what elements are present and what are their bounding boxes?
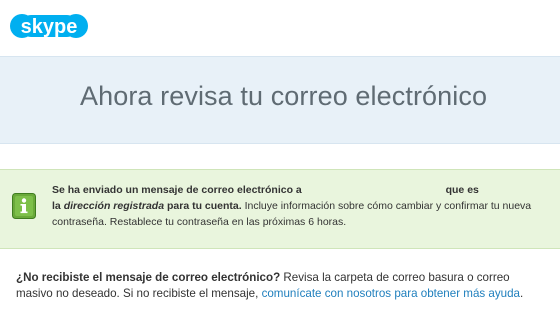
info-icon (12, 193, 36, 219)
contact-us-link[interactable]: comunícate con nosotros para obtener más… (262, 287, 520, 300)
svg-text:skype: skype (21, 16, 78, 38)
notice-sent-text: Se ha enviado un mensaje de correo elect… (52, 184, 302, 196)
notice-text: Se ha enviado un mensaje de correo elect… (52, 182, 552, 230)
page-title: Ahora revisa tu correo electrónico (80, 81, 488, 111)
email-sent-notice: Se ha enviado un mensaje de correo elect… (0, 169, 560, 249)
title-banner: Ahora revisa tu correo electrónico (0, 56, 560, 144)
header: skype (0, 0, 560, 56)
help-text: ¿No recibiste el mensaje de correo elect… (16, 270, 546, 302)
registered-address: dirección registrada (63, 200, 165, 212)
notice-that-is: que es (445, 184, 479, 196)
skype-logo: skype (8, 6, 90, 46)
help-question: ¿No recibiste el mensaje de correo elect… (16, 271, 281, 284)
help-end: . (520, 287, 524, 300)
notice-for-account: para tu cuenta. (166, 200, 242, 212)
notice-la: la (52, 200, 61, 212)
